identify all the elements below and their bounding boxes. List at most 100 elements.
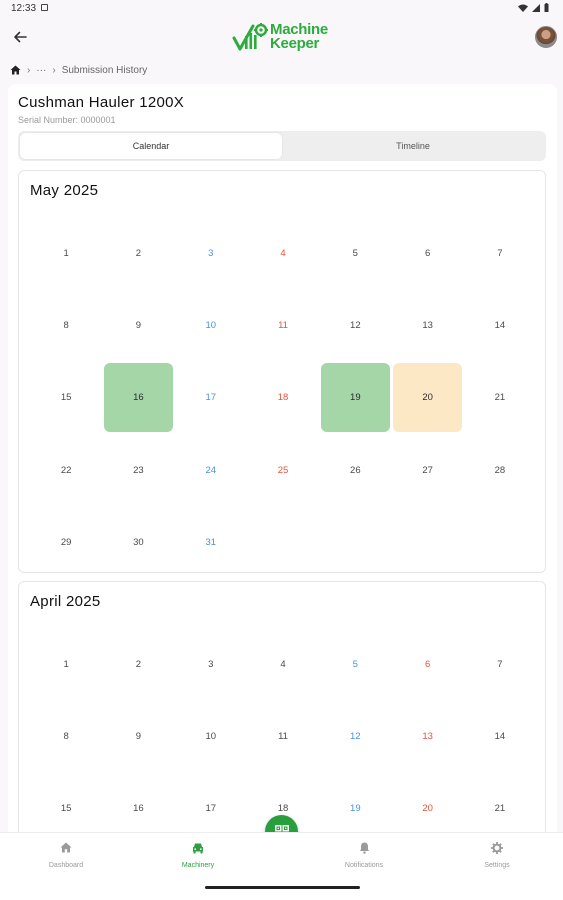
user-avatar[interactable]	[535, 26, 557, 48]
calendar-day[interactable]: 29	[30, 506, 102, 572]
calendar-day[interactable]: 13	[391, 289, 463, 361]
signal-icon	[532, 3, 540, 12]
calendar-day[interactable]: 6	[391, 628, 463, 700]
status-time: 12:33	[11, 3, 37, 14]
calendar-day-number: 2	[135, 658, 142, 670]
month-title: May 2025	[30, 182, 99, 199]
breadcrumb-current: Submission History	[61, 64, 148, 76]
calendar-day-number: 13	[422, 319, 433, 331]
calendar-day[interactable]: 10	[175, 289, 247, 361]
calendar-day[interactable]: 28	[464, 434, 536, 506]
notification-icon	[41, 4, 48, 11]
calendar-day[interactable]: 2	[102, 217, 174, 289]
calendar-day[interactable]: 23	[102, 434, 174, 506]
calendar-day[interactable]: 3	[175, 628, 247, 700]
calendar-day[interactable]: 8	[30, 289, 102, 361]
calendar-day[interactable]: 6	[391, 217, 463, 289]
calendar-day-number: 1	[63, 658, 69, 670]
calendar-day[interactable]: 3	[175, 217, 247, 289]
calendar-day[interactable]: 26	[319, 434, 391, 506]
calendar-day[interactable]: 25	[247, 434, 319, 506]
calendar-day-number: 3	[208, 247, 214, 259]
calendar-day[interactable]: 14	[464, 700, 536, 772]
logo-wordmark: Machine Keeper	[270, 22, 328, 51]
calendar-day[interactable]: 30	[102, 506, 174, 572]
calendar-day-number: 7	[497, 658, 503, 670]
calendar-day[interactable]: 10	[175, 700, 247, 772]
calendar-day-number: 6	[424, 247, 431, 259]
calendar-day[interactable]: 31	[175, 506, 247, 572]
nav-machinery[interactable]: Machinery	[158, 842, 238, 869]
calendar-day[interactable]: 9	[102, 700, 174, 772]
calendar-day-number: 8	[63, 319, 69, 331]
calendar-day[interactable]: 2	[102, 628, 174, 700]
vehicle-icon	[193, 843, 203, 854]
calendar-day[interactable]: 24	[175, 434, 247, 506]
wifi-icon	[518, 4, 528, 12]
machine-name: Cushman Hauler 1200X	[18, 94, 185, 111]
nav-label: Notifications	[344, 862, 384, 869]
calendar-day-number: 13	[422, 730, 433, 742]
home-icon[interactable]	[10, 65, 21, 75]
calendar-day-number: 14	[494, 319, 506, 331]
calendar-day-submitted[interactable]: 16	[102, 362, 174, 434]
calendar-day[interactable]: 5	[319, 217, 391, 289]
calendar-day[interactable]: 11	[247, 700, 319, 772]
month-calendar-may: May 2025 1 2 3 4 5 6 7 8 9 10 11 12 13 14 15 16 17 18 19 20…	[18, 170, 546, 573]
calendar-day-number: 1	[63, 247, 69, 259]
calendar-day[interactable]: 4	[247, 217, 319, 289]
calendar-day-number: 2	[135, 247, 142, 259]
calendar-day-number: 21	[494, 392, 506, 404]
calendar-day-number: 11	[278, 730, 288, 742]
calendar-day[interactable]: 7	[464, 217, 536, 289]
calendar-grid: 1 2 3 4 5 6 7 8 9 10 11 12 13 14 15 16 17 18 19 20 21 22 23 24 2…	[30, 217, 536, 572]
calendar-day-number: 28	[494, 464, 506, 476]
calendar-day[interactable]: 7	[464, 628, 536, 700]
calendar-day[interactable]: 14	[464, 289, 536, 361]
nav-dashboard[interactable]: Dashboard	[26, 842, 106, 869]
calendar-day-submitted[interactable]: 19	[319, 362, 391, 434]
calendar-day[interactable]: 11	[247, 289, 319, 361]
nav-notifications[interactable]: Notifications	[324, 842, 404, 869]
calendar-day[interactable]: 9	[102, 289, 174, 361]
calendar-day-number: 19	[320, 363, 390, 433]
calendar-day[interactable]: 13	[391, 700, 463, 772]
home-indicator	[205, 886, 360, 889]
calendar-day[interactable]: 12	[319, 700, 391, 772]
calendar-day-number: 24	[205, 464, 217, 476]
calendar-day[interactable]: 27	[391, 434, 463, 506]
calendar-day-number: 22	[60, 464, 72, 476]
calendar-day-number: 26	[350, 464, 361, 476]
back-button[interactable]	[10, 27, 30, 47]
calendar-day[interactable]: 4	[247, 628, 319, 700]
app-bar: Machine Keeper	[0, 18, 563, 56]
calendar-day[interactable]: 1	[30, 628, 102, 700]
calendar-day-number: 15	[60, 392, 72, 404]
calendar-day-submitted[interactable]: 20	[391, 362, 463, 434]
calendar-day[interactable]: 17	[175, 362, 247, 434]
breadcrumb-ellipsis[interactable]: ···	[36, 65, 46, 76]
calendar-day[interactable]: 21	[464, 362, 536, 434]
month-calendar-april: April 2025 1 2 3 4 5 6 7 8 9 10 11 12 13 14 15 16 17 18 19…	[18, 581, 546, 844]
calendar-day[interactable]: 15	[30, 362, 102, 434]
tab-calendar[interactable]: Calendar	[20, 133, 282, 159]
calendar-day[interactable]: 5	[319, 628, 391, 700]
battery-icon	[544, 3, 549, 12]
nav-settings[interactable]: Settings	[457, 842, 537, 869]
calendar-day[interactable]: 22	[30, 434, 102, 506]
calendar-day-number: 10	[205, 730, 217, 742]
calendar-day[interactable]: 12	[319, 289, 391, 361]
calendar-day-number: 4	[280, 247, 286, 259]
month-title: April 2025	[30, 593, 101, 610]
calendar-day-number: 29	[60, 536, 72, 548]
calendar-day-number: 9	[135, 319, 142, 331]
status-bar: 12:33	[0, 0, 563, 18]
calendar-day[interactable]: 8	[30, 700, 102, 772]
calendar-day[interactable]: 18	[247, 362, 319, 434]
calendar-day-number: 4	[280, 658, 286, 670]
calendar-day[interactable]: 1	[30, 217, 102, 289]
calendar-day-number: 5	[352, 247, 358, 259]
calendar-day-number: 12	[350, 319, 361, 331]
arrow-back-icon	[14, 31, 27, 43]
tab-timeline[interactable]: Timeline	[282, 133, 544, 159]
